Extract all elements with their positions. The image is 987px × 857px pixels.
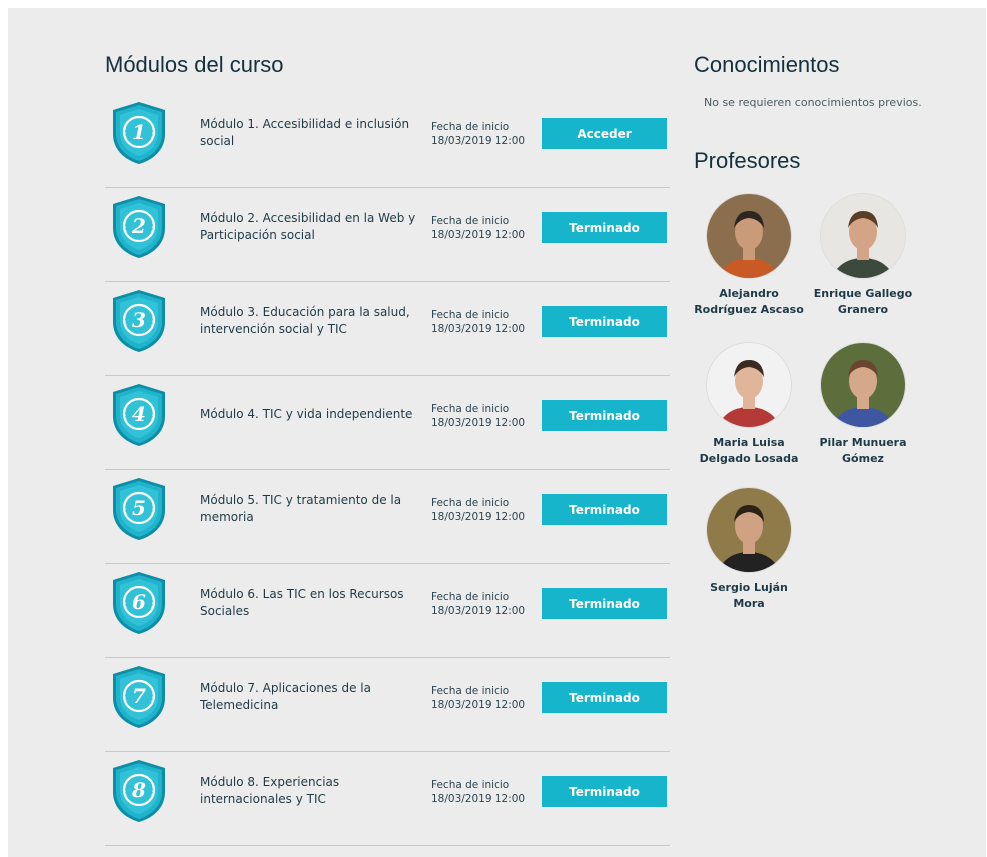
module-title: Módulo 6. Las TIC en los Recursos Social… xyxy=(200,586,404,618)
module-badge-number: 8 xyxy=(131,778,146,802)
knowledge-text: No se requieren conocimientos previos. xyxy=(704,96,922,109)
teacher-name-line: Pilar Munuera xyxy=(819,436,907,449)
start-date-value: 18/03/2019 12:00 xyxy=(431,699,526,711)
module-row: 7 Módulo 7. Aplicaciones de la Telemedici… xyxy=(105,658,670,752)
teacher-name[interactable]: Alejandro Rodríguez Ascaso xyxy=(694,286,804,318)
finished-module-button[interactable]: Terminado xyxy=(542,306,667,337)
teacher-name[interactable]: Pilar Munuera Gómez xyxy=(808,435,918,467)
finished-module-button[interactable]: Terminado xyxy=(542,682,667,713)
start-date-label: Fecha de inicio xyxy=(431,497,510,509)
finished-module-button[interactable]: Terminado xyxy=(542,212,667,243)
module-badge-icon: 2 xyxy=(109,194,169,260)
module-badge-icon: 6 xyxy=(109,570,169,636)
module-row: 6 Módulo 6. Las TIC en los Recursos Socia… xyxy=(105,564,670,658)
finished-module-button[interactable]: Terminado xyxy=(542,400,667,431)
module-start-date: Fecha de inicio 18/03/2019 12:00 xyxy=(431,684,525,712)
module-row: 3 Módulo 3. Educación para la salud, inte… xyxy=(105,282,670,376)
module-title: Módulo 7. Aplicaciones de la Telemedicin… xyxy=(200,680,371,712)
modules-title: Módulos del curso xyxy=(105,52,284,77)
teacher-name-line: Enrique Gallego xyxy=(813,287,913,300)
teacher-name-line: Alejandro xyxy=(719,287,779,300)
teacher-avatar xyxy=(707,488,791,572)
start-date-label: Fecha de inicio xyxy=(431,685,510,697)
start-date-label: Fecha de inicio xyxy=(431,121,510,133)
teacher-name[interactable]: Maria Luisa Delgado Losada xyxy=(694,435,804,467)
module-start-date: Fecha de inicio 18/03/2019 12:00 xyxy=(431,120,525,148)
access-module-button[interactable]: Acceder xyxy=(542,118,667,149)
module-badge-icon: 8 xyxy=(109,758,169,824)
module-row: 1 Módulo 1. Accesibilidad e inclusión soc… xyxy=(105,94,670,188)
teacher-avatar xyxy=(707,343,791,427)
module-badge-number: 4 xyxy=(132,402,146,426)
teacher-name-line: Maria Luisa xyxy=(713,436,785,449)
start-date-value: 18/03/2019 12:00 xyxy=(431,135,526,147)
module-row: 2 Módulo 2. Accesibilidad en la Web y Par… xyxy=(105,188,670,282)
module-start-date: Fecha de inicio 18/03/2019 12:00 xyxy=(431,590,525,618)
teacher-name[interactable]: Sergio Luján Mora xyxy=(694,580,804,612)
module-row: 4 Módulo 4. TIC y vida independiente Fecha… xyxy=(105,376,670,470)
module-title: Módulo 3. Educación para la salud, inter… xyxy=(200,304,410,336)
module-badge-number: 3 xyxy=(132,308,146,332)
module-row: 5 Módulo 5. TIC y tratamiento de la memor… xyxy=(105,470,670,564)
module-start-date: Fecha de inicio 18/03/2019 12:00 xyxy=(431,778,525,806)
module-title: Módulo 4. TIC y vida independiente xyxy=(200,407,413,421)
start-date-value: 18/03/2019 12:00 xyxy=(431,417,526,429)
teacher-name-line: Gómez xyxy=(842,452,884,465)
teacher-name-line: Granero xyxy=(837,303,889,316)
module-badge-icon: 3 xyxy=(109,288,169,354)
teacher-name-line: Delgado Losada xyxy=(699,452,799,465)
start-date-label: Fecha de inicio xyxy=(431,309,510,321)
module-badge-icon: 4 xyxy=(109,382,169,448)
module-badge-icon: 7 xyxy=(109,664,169,730)
course-panel: Módulos del curso 1 Módulo 1. Accesibilid… xyxy=(8,8,986,857)
teacher-card[interactable]: Sergio Luján Mora xyxy=(694,488,804,612)
module-title: Módulo 8. Experiencias internacionales y… xyxy=(200,774,340,806)
finished-module-button[interactable]: Terminado xyxy=(542,494,667,525)
module-start-date: Fecha de inicio 18/03/2019 12:00 xyxy=(431,402,525,430)
teacher-card[interactable]: Pilar Munuera Gómez xyxy=(808,343,918,467)
teacher-avatar xyxy=(707,194,791,278)
start-date-value: 18/03/2019 12:00 xyxy=(431,323,526,335)
module-row: 8 Módulo 8. Experiencias internacionales … xyxy=(105,752,670,846)
module-list: 1 Módulo 1. Accesibilidad e inclusión soc… xyxy=(105,94,670,846)
module-badge-number: 7 xyxy=(132,684,146,708)
start-date-value: 18/03/2019 12:00 xyxy=(431,511,526,523)
start-date-label: Fecha de inicio xyxy=(431,779,510,791)
finished-module-button[interactable]: Terminado xyxy=(542,588,667,619)
module-title: Módulo 2. Accesibilidad en la Web y Part… xyxy=(200,210,416,242)
module-start-date: Fecha de inicio 18/03/2019 12:00 xyxy=(431,496,525,524)
module-start-date: Fecha de inicio 18/03/2019 12:00 xyxy=(431,308,525,336)
teacher-avatar xyxy=(821,194,905,278)
teacher-name[interactable]: Enrique Gallego Granero xyxy=(808,286,918,318)
module-badge-number: 2 xyxy=(131,214,146,238)
module-title: Módulo 5. TIC y tratamiento de la memori… xyxy=(200,492,402,524)
teacher-name-line: Sergio Luján Mora xyxy=(710,581,788,610)
start-date-value: 18/03/2019 12:00 xyxy=(431,605,526,617)
start-date-label: Fecha de inicio xyxy=(431,591,510,603)
teacher-card[interactable]: Maria Luisa Delgado Losada xyxy=(694,343,804,467)
finished-module-button[interactable]: Terminado xyxy=(542,776,667,807)
knowledge-title: Conocimientos xyxy=(694,52,840,77)
teacher-name-line: Rodríguez Ascaso xyxy=(694,303,804,316)
module-title: Módulo 1. Accesibilidad e inclusión soci… xyxy=(200,116,410,148)
teacher-avatar xyxy=(821,343,905,427)
start-date-value: 18/03/2019 12:00 xyxy=(431,229,526,241)
start-date-value: 18/03/2019 12:00 xyxy=(431,793,526,805)
module-start-date: Fecha de inicio 18/03/2019 12:00 xyxy=(431,214,525,242)
module-badge-icon: 1 xyxy=(109,100,169,166)
module-badge-number: 1 xyxy=(132,120,146,144)
teacher-card[interactable]: Enrique Gallego Granero xyxy=(808,194,918,318)
start-date-label: Fecha de inicio xyxy=(431,215,510,227)
module-badge-number: 5 xyxy=(132,496,146,520)
start-date-label: Fecha de inicio xyxy=(431,403,510,415)
teachers-title: Profesores xyxy=(694,148,801,173)
module-badge-number: 6 xyxy=(132,590,146,614)
module-badge-icon: 5 xyxy=(109,476,169,542)
teacher-card[interactable]: Alejandro Rodríguez Ascaso xyxy=(694,194,804,318)
